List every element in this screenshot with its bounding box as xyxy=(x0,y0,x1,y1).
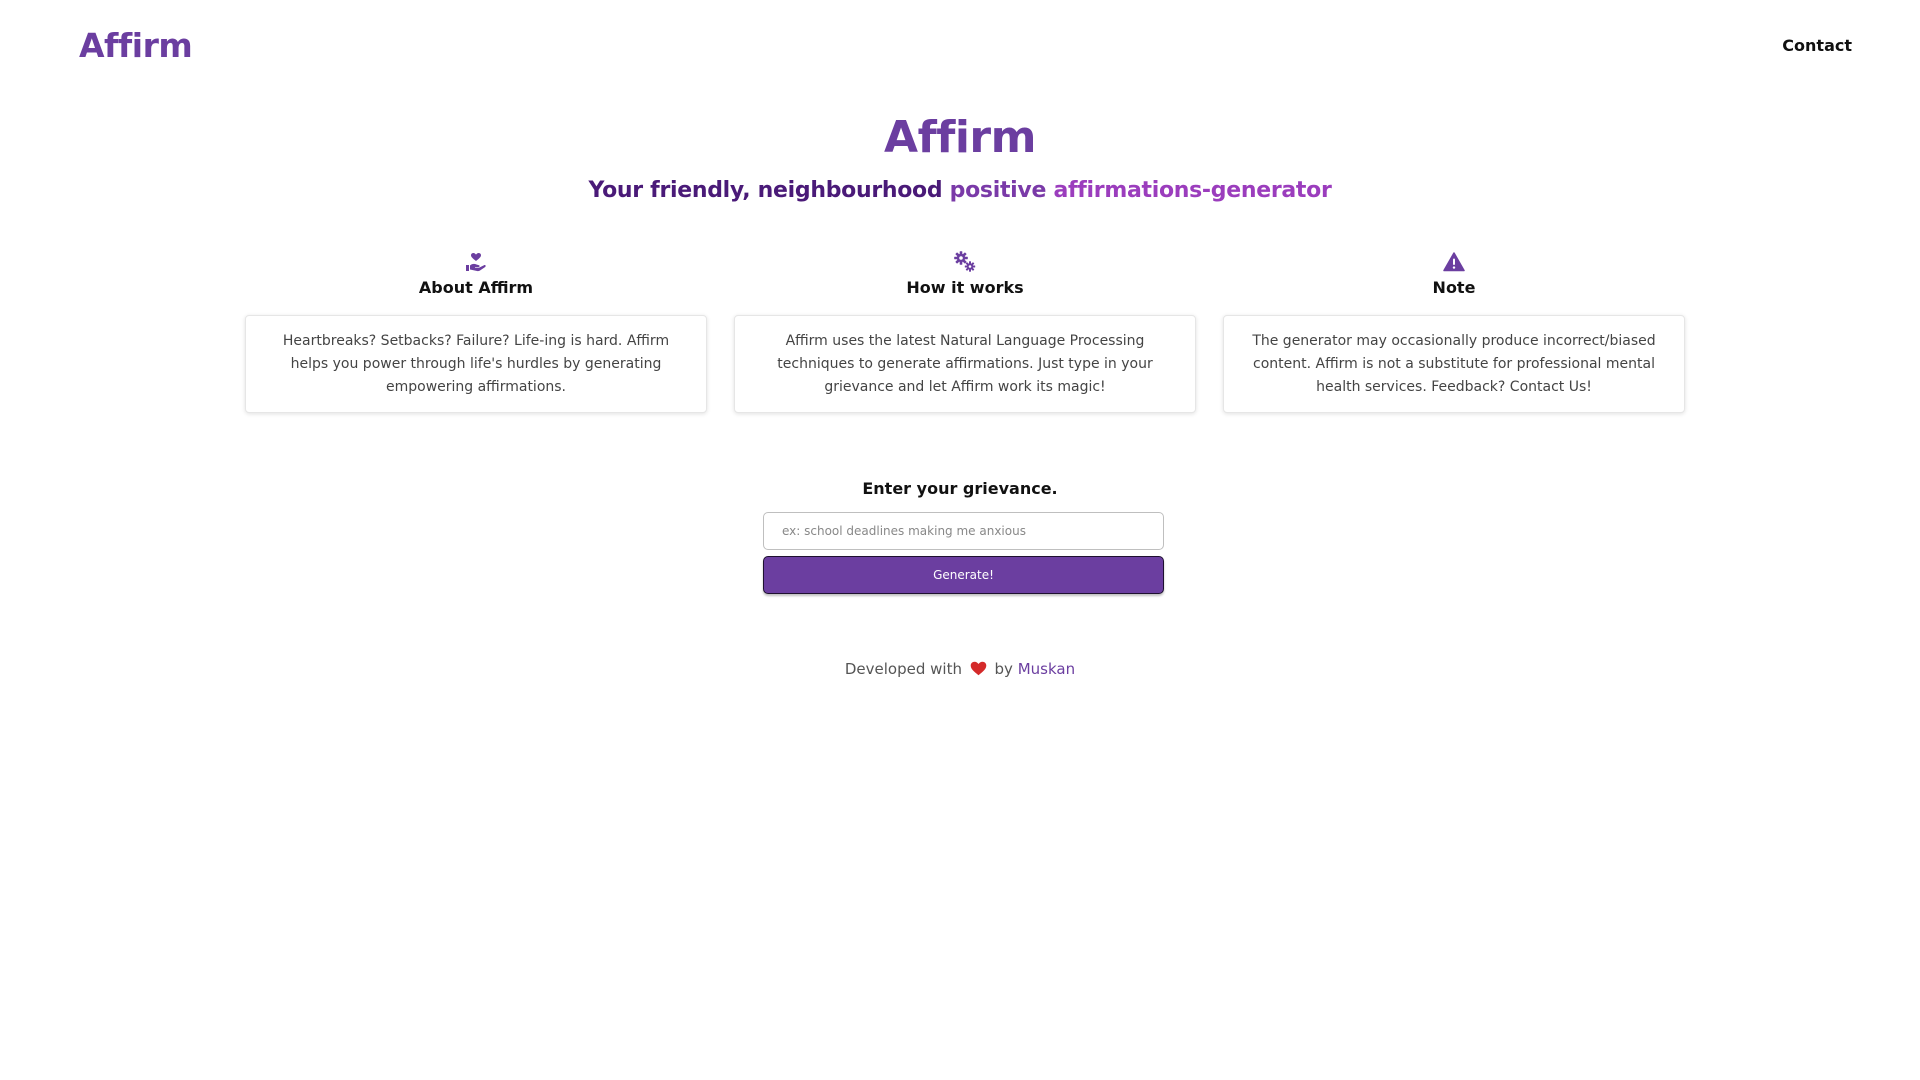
generate-button[interactable]: Generate! xyxy=(763,556,1164,594)
subtitle-part-2: positive xyxy=(949,178,1054,203)
heart-icon xyxy=(970,661,987,676)
feature-note-title: Note xyxy=(1432,278,1476,297)
feature-about: About Affirm Heartbreaks? Setbacks? Fail… xyxy=(245,250,707,413)
footer-by: by xyxy=(994,660,1013,678)
feature-how-header: How it works xyxy=(734,250,1196,297)
footer: Developed with by Muskan xyxy=(0,660,1920,678)
warning-icon xyxy=(1443,252,1465,272)
feature-how-title: How it works xyxy=(906,278,1024,297)
grievance-label: Enter your grievance. xyxy=(862,479,1058,498)
feature-note: Note The generator may occasionally prod… xyxy=(1223,250,1685,413)
subtitle-part-3: affirmations-generator xyxy=(1053,178,1332,203)
brand-logo[interactable]: Affirm xyxy=(79,26,193,65)
feature-how: How it works Affirm uses the latest Natu… xyxy=(734,250,1196,413)
subtitle-part-1: Your friendly, neighbourhood xyxy=(588,178,950,203)
hand-holding-heart-icon xyxy=(466,253,486,272)
navbar: Affirm Contact xyxy=(0,0,1920,95)
author-link[interactable]: Muskan xyxy=(1018,660,1075,678)
page-title: Affirm xyxy=(884,112,1036,163)
page-subtitle: Your friendly, neighbourhood positive af… xyxy=(0,178,1920,203)
feature-note-card: The generator may occasionally produce i… xyxy=(1223,315,1685,413)
page: Affirm Contact Affirm Your friendly, nei… xyxy=(0,0,1920,1080)
feature-note-header: Note xyxy=(1223,250,1685,297)
footer-prefix: Developed with xyxy=(844,660,962,678)
grievance-input[interactable] xyxy=(763,512,1164,550)
nav-contact-link[interactable]: Contact xyxy=(1782,36,1852,55)
feature-about-title: About Affirm xyxy=(418,278,534,297)
feature-how-card: Affirm uses the latest Natural Language … xyxy=(734,315,1196,413)
feature-about-header: About Affirm xyxy=(245,250,707,297)
gears-icon xyxy=(954,251,976,272)
feature-about-card: Heartbreaks? Setbacks? Failure? Life-ing… xyxy=(245,315,707,413)
